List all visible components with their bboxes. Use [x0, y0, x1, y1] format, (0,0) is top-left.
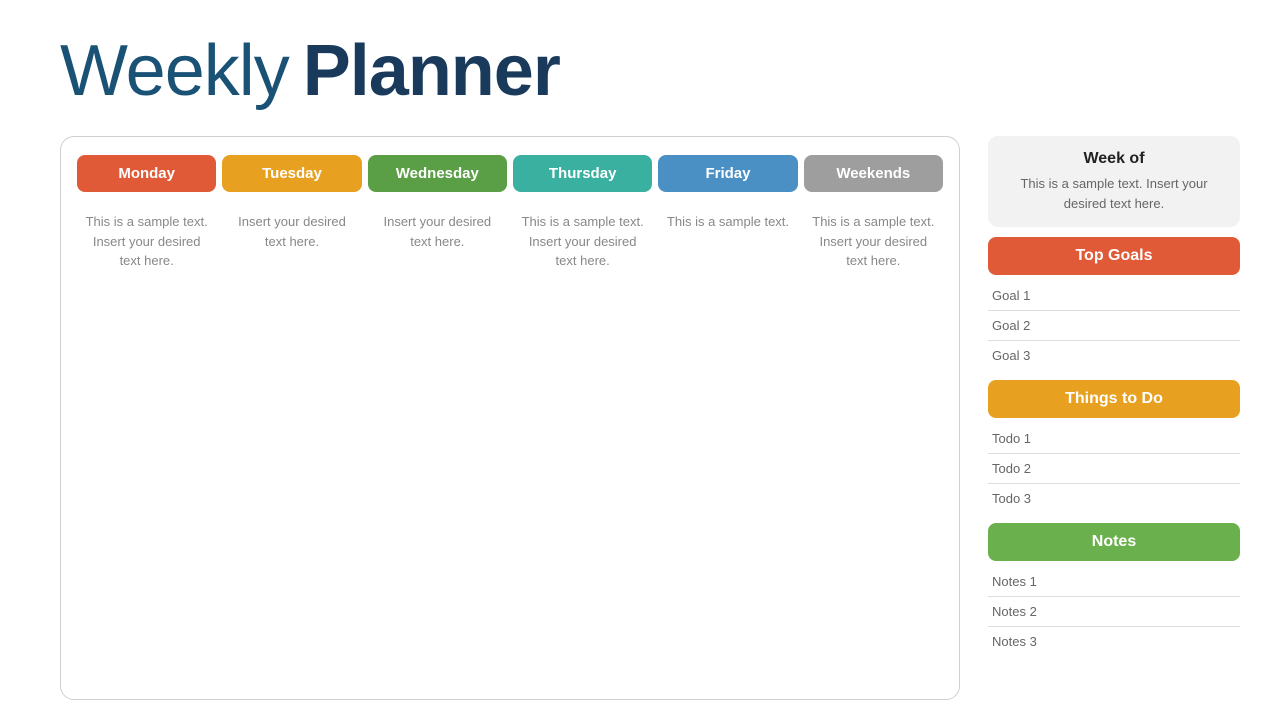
top-goals-box: Top Goals Goal 1Goal 2Goal 3 — [988, 237, 1240, 370]
things-todo-box: Things to Do Todo 1Todo 2Todo 3 — [988, 380, 1240, 513]
day-button-monday[interactable]: Monday — [77, 155, 216, 192]
top-goals-header: Top Goals — [988, 237, 1240, 275]
title-bold: Planner — [303, 30, 560, 112]
notes-item-1: Notes 1 — [988, 567, 1240, 597]
goal-item-1: Goal 1 — [988, 281, 1240, 311]
notes-box: Notes Notes 1Notes 2Notes 3 — [988, 523, 1240, 656]
things-todo-header: Things to Do — [988, 380, 1240, 418]
notes-items: Notes 1Notes 2Notes 3 — [988, 567, 1240, 656]
notes-header: Notes — [988, 523, 1240, 561]
day-content-monday: This is a sample text. Insert your desir… — [77, 204, 216, 681]
top-goals-items: Goal 1Goal 2Goal 3 — [988, 281, 1240, 370]
day-content-weekends: This is a sample text. Insert your desir… — [804, 204, 943, 681]
day-content-thursday: This is a sample text. Insert your desir… — [513, 204, 652, 681]
goal-item-3: Goal 3 — [988, 341, 1240, 370]
things-todo-items: Todo 1Todo 2Todo 3 — [988, 424, 1240, 513]
day-content-friday: This is a sample text. — [658, 204, 797, 681]
title-light: Weekly — [60, 30, 289, 112]
day-button-wednesday[interactable]: Wednesday — [368, 155, 507, 192]
week-of-title: Week of — [1004, 150, 1224, 168]
day-content-tuesday: Insert your desired text here. — [222, 204, 361, 681]
day-button-thursday[interactable]: Thursday — [513, 155, 652, 192]
notes-item-3: Notes 3 — [988, 627, 1240, 656]
notes-item-2: Notes 2 — [988, 597, 1240, 627]
week-of-box: Week of This is a sample text. Insert yo… — [988, 136, 1240, 227]
planner-section: MondayTuesdayWednesdayThursdayFridayWeek… — [60, 136, 960, 700]
day-content-wednesday: Insert your desired text here. — [368, 204, 507, 681]
day-button-friday[interactable]: Friday — [658, 155, 797, 192]
day-button-tuesday[interactable]: Tuesday — [222, 155, 361, 192]
right-sidebar: Week of This is a sample text. Insert yo… — [988, 136, 1240, 700]
days-content: This is a sample text. Insert your desir… — [77, 204, 943, 681]
goal-item-2: Goal 2 — [988, 311, 1240, 341]
days-header: MondayTuesdayWednesdayThursdayFridayWeek… — [77, 155, 943, 192]
todo-item-3: Todo 3 — [988, 484, 1240, 513]
main-layout: MondayTuesdayWednesdayThursdayFridayWeek… — [60, 136, 1240, 700]
page-title: Weekly Planner — [60, 30, 1240, 112]
todo-item-1: Todo 1 — [988, 424, 1240, 454]
day-button-weekends[interactable]: Weekends — [804, 155, 943, 192]
week-of-text: This is a sample text. Insert your desir… — [1004, 174, 1224, 213]
todo-item-2: Todo 2 — [988, 454, 1240, 484]
